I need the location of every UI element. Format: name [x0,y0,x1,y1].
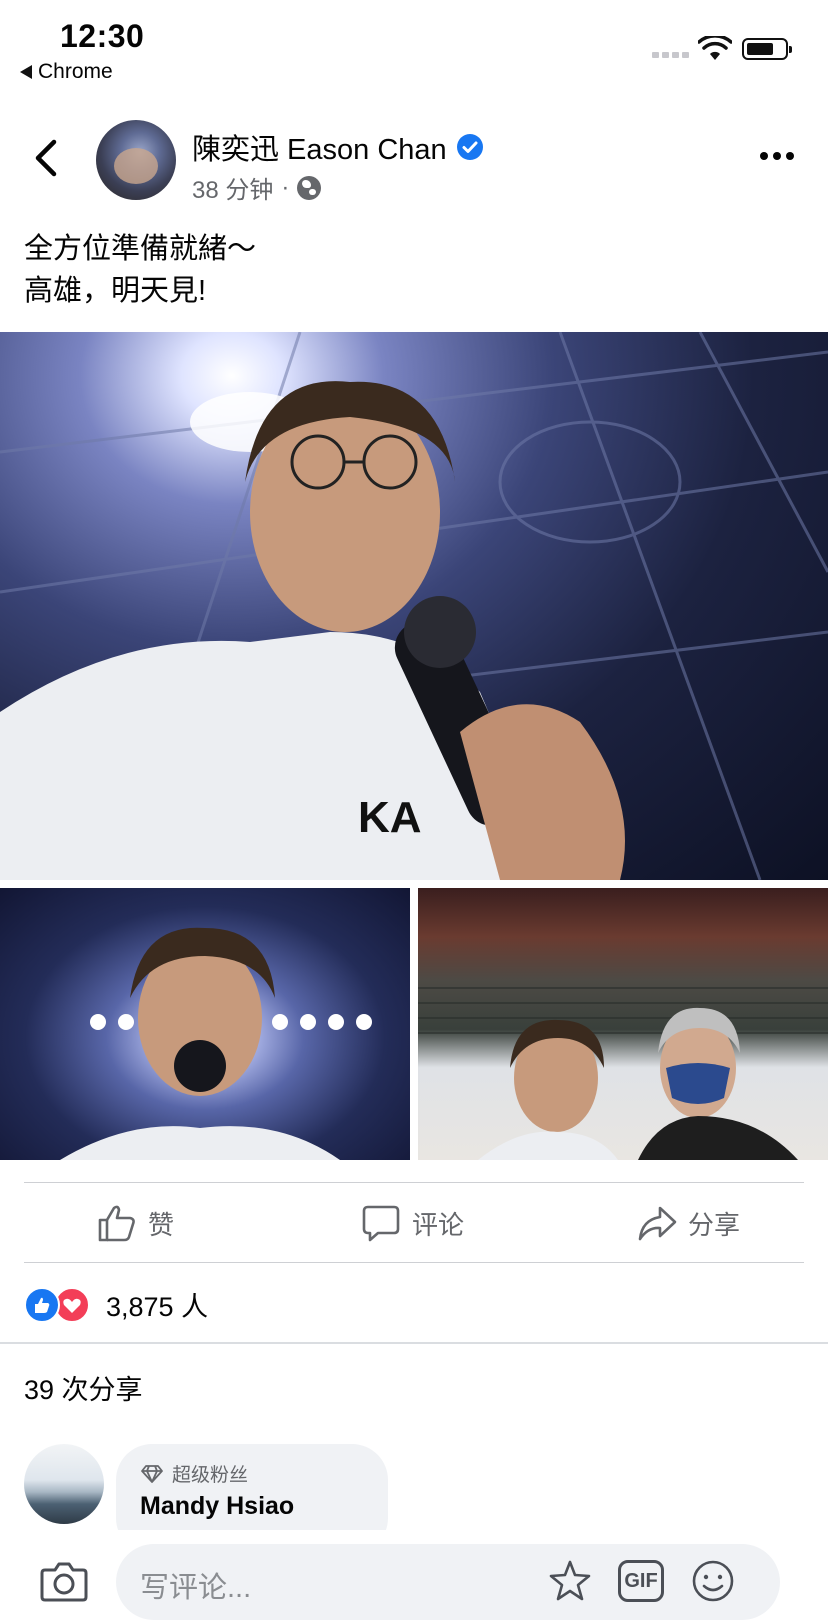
share-button-label: 分享 [688,1209,741,1240]
comment-input-placeholder: 写评论... [140,1572,252,1604]
author-name-row: 陳奕迅 Eason Chan [192,126,483,168]
battery-icon [742,38,792,60]
commenter-avatar[interactable] [24,1444,104,1524]
arena-seats-illustration [418,987,828,1160]
post-photo-bottom-right[interactable] [418,888,828,1160]
camera-icon[interactable] [40,1560,88,1602]
author-avatar[interactable] [96,120,176,200]
divider [24,1182,804,1183]
globe-icon [297,175,322,200]
back-triangle-icon [20,65,32,79]
post-timestamp[interactable]: 38 分钟 [192,170,273,205]
share-arrow-icon [638,1206,677,1241]
thumbs-up-icon [98,1205,135,1242]
comment-button-label: 评论 [412,1209,465,1240]
like-button[interactable]: 赞 [96,1198,174,1248]
share-count[interactable]: 39 次分享 [24,1368,143,1407]
author-name[interactable]: 陳奕迅 Eason Chan [192,126,447,168]
status-bar: 12:30 Chrome [0,0,828,100]
gif-label: GIF [624,1569,658,1592]
gif-icon[interactable]: GIF [618,1560,664,1602]
comment-button[interactable]: 评论 [360,1198,464,1248]
comment-bubble-icon [362,1205,400,1242]
stage-lights-illustration [60,927,372,1160]
post-text-line: 高雄，明天見! [24,275,207,307]
post-photo-bottom-left[interactable] [0,888,410,1160]
back-to-app-link[interactable]: Chrome [20,60,113,84]
reaction-count: 3,875 人 [106,1292,209,1322]
more-options-icon[interactable] [760,152,794,160]
wifi-icon [698,36,732,60]
post-meta: 38 分钟 · [192,170,322,205]
reactions-summary[interactable]: 3,875 人 [24,1285,208,1324]
like-button-label: 赞 [148,1209,175,1240]
post-photo-main[interactable]: KA [0,332,828,880]
stage-rig-illustration: KA [0,332,828,880]
commenter-name[interactable]: Mandy Hsiao [140,1492,294,1521]
cellular-signal-icon [652,52,689,58]
svg-text:KA: KA [358,793,422,842]
back-chevron-icon[interactable] [32,138,62,178]
verified-badge-icon [456,134,483,160]
divider [24,1262,804,1263]
post-text-line: 全方位準備就緒～ [24,233,257,265]
like-reaction-icon [24,1286,60,1323]
post-action-bar: 赞 评论 分享 [0,1184,828,1264]
emoji-icon[interactable] [690,1558,736,1604]
sticker-icon[interactable] [546,1558,594,1606]
back-app-label: Chrome [38,60,113,83]
status-time: 12:30 [60,18,145,54]
meta-separator: · [281,173,290,201]
top-fan-label: 超级粉丝 [172,1465,249,1486]
diamond-icon [141,1464,163,1483]
share-button[interactable]: 分享 [636,1198,740,1248]
post-text: 全方位準備就緒～ 高雄，明天見! [24,228,256,312]
comment-input[interactable]: 写评论... GIF [116,1544,780,1620]
top-fan-badge: 超级粉丝 [140,1460,248,1487]
post-header: 陳奕迅 Eason Chan 38 分钟 · [0,110,828,210]
divider [0,1342,828,1344]
